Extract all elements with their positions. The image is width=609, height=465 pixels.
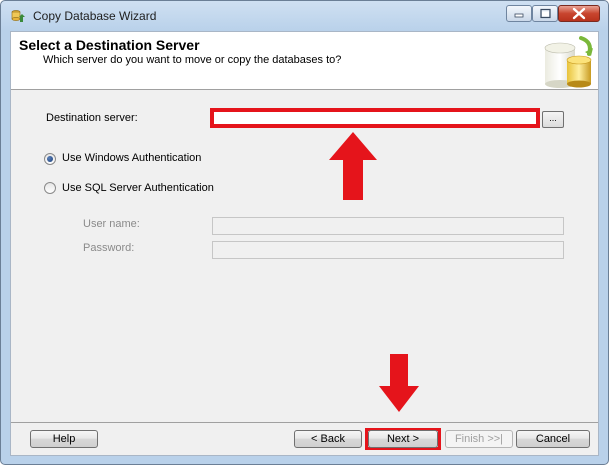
arrow-down-icon [379,354,419,412]
close-icon [572,7,586,20]
back-button[interactable]: < Back [294,430,362,448]
page-title: Select a Destination Server [19,37,200,53]
minimize-button[interactable] [506,5,532,22]
footer-divider [11,422,598,423]
database-graphic-icon [544,36,593,88]
wizard-header: Select a Destination Server Which server… [11,32,598,90]
finish-button[interactable]: Finish >>| [445,430,513,448]
sql-auth-radio[interactable] [44,182,56,194]
title-bar[interactable]: Copy Database Wizard [1,1,608,31]
wizard-client-area: Select a Destination Server Which server… [10,31,599,456]
windows-auth-radio[interactable] [44,153,56,165]
next-button[interactable]: Next > [368,430,438,448]
sql-auth-label[interactable]: Use SQL Server Authentication [62,182,214,194]
help-button[interactable]: Help [30,430,98,448]
maximize-icon [540,8,551,19]
cancel-button[interactable]: Cancel [516,430,590,448]
arrow-up-icon [329,132,377,200]
windows-auth-label[interactable]: Use Windows Authentication [62,152,201,164]
maximize-button[interactable] [532,5,558,22]
password-label: Password: [83,242,135,254]
username-field[interactable] [212,217,564,235]
radio-selected-dot [47,156,53,162]
database-wizard-icon [11,10,25,22]
password-field[interactable] [212,241,564,259]
wizard-window: Copy Database Wizard Select a Destinatio… [0,0,609,465]
page-subtitle: Which server do you want to move or copy… [43,54,342,66]
window-title: Copy Database Wizard [33,9,157,23]
username-label: User name: [83,218,140,230]
browse-server-button[interactable]: ... [542,111,564,128]
minimize-icon [514,13,524,18]
close-button[interactable] [558,5,600,22]
destination-server-input[interactable] [210,108,540,128]
destination-server-label: Destination server: [46,112,138,124]
